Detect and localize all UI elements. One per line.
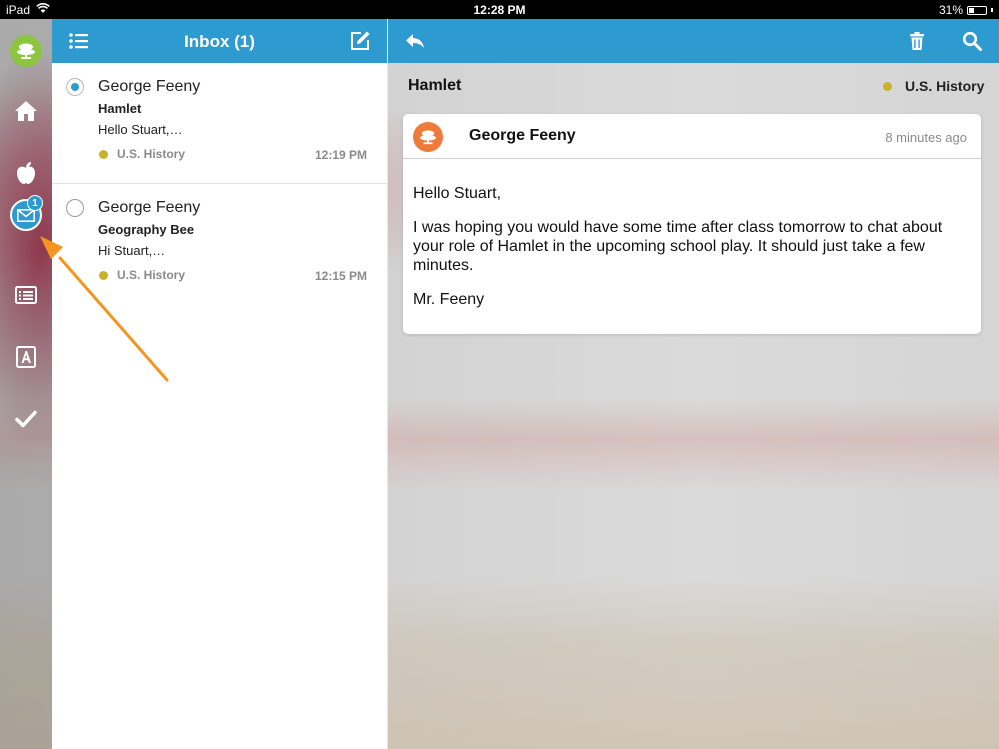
reader-subject: Hamlet [408, 77, 462, 94]
tag-dot [883, 82, 892, 91]
status-bar: iPad 12:28 PM 31% [0, 0, 999, 19]
message-preview: Hi Stuart,… [98, 243, 166, 258]
unselected-radio[interactable] [66, 199, 84, 217]
battery-nub [991, 8, 993, 12]
battery-fill [969, 7, 974, 13]
message-time: 12:15 PM [314, 269, 367, 283]
message-subject: Hamlet [98, 101, 142, 116]
search-icon[interactable] [961, 30, 983, 52]
reader-tag: U.S. History [905, 78, 985, 94]
mail-badge: 1 [27, 195, 43, 211]
selected-radio[interactable] [66, 78, 84, 96]
list-icon[interactable] [10, 279, 42, 311]
inbox-title: Inbox (1) [184, 32, 255, 51]
reader-header [388, 19, 999, 63]
battery-icon [967, 5, 987, 15]
app-logo-icon[interactable] [10, 35, 42, 67]
inbox-header: Inbox (1) [52, 19, 387, 63]
message-signature: Mr. Feeny [413, 291, 485, 308]
message-card-header: George Feeny 8 minutes ago [403, 114, 981, 159]
status-time: 12:28 PM [473, 3, 526, 17]
battery-percent: 31% [938, 3, 963, 17]
home-icon[interactable] [10, 95, 42, 127]
message-list-item[interactable]: George Feeny Hamlet Hello Stuart,… U.S. … [52, 63, 387, 183]
message-sender: George Feeny [98, 78, 201, 95]
card-time: 8 minutes ago [885, 130, 967, 145]
panel-divider [387, 19, 388, 749]
trash-icon[interactable] [906, 30, 928, 52]
message-list-item[interactable]: George Feeny Geography Bee Hi Stuart,… U… [52, 183, 387, 303]
message-text: I was hoping you would have some time af… [413, 219, 943, 274]
message-sender: George Feeny [98, 199, 201, 216]
left-rail [0, 19, 52, 749]
sender-avatar [413, 122, 443, 152]
compose-icon[interactable] [349, 30, 371, 52]
checkmark-icon[interactable] [10, 403, 42, 435]
message-body: Hello Stuart, I was hoping you would hav… [413, 184, 973, 324]
message-tag: U.S. History [117, 268, 186, 282]
reply-icon[interactable] [404, 30, 426, 52]
apple-icon[interactable] [10, 157, 42, 189]
tag-dot [99, 271, 108, 280]
message-card: George Feeny 8 minutes ago Hello Stuart,… [403, 114, 981, 334]
message-list: George Feeny Hamlet Hello Stuart,… U.S. … [52, 63, 387, 749]
status-right: 31% [939, 3, 993, 17]
grades-icon[interactable] [10, 341, 42, 373]
message-time: 12:19 PM [314, 148, 367, 162]
message-preview: Hello Stuart,… [98, 122, 183, 137]
message-tag: U.S. History [117, 147, 186, 161]
card-sender: George Feeny [469, 127, 576, 144]
message-subject: Geography Bee [98, 222, 195, 237]
tag-dot [99, 150, 108, 159]
message-greeting: Hello Stuart, [413, 185, 502, 202]
